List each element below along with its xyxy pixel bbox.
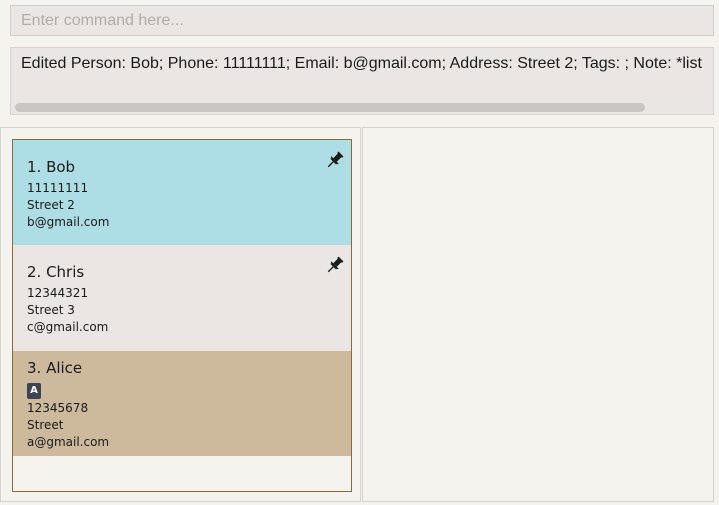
pushpin-icon bbox=[327, 256, 344, 273]
result-horizontal-scrollbar[interactable] bbox=[11, 100, 713, 114]
person-phone: 11111111 bbox=[27, 181, 89, 195]
person-name: 2. Chris bbox=[27, 263, 85, 281]
result-display: Edited Person: Bob; Phone: 11111111; Ema… bbox=[10, 47, 714, 115]
person-detail-panel bbox=[362, 127, 714, 502]
person-address: Street bbox=[27, 418, 64, 432]
person-address: Street 3 bbox=[27, 303, 75, 317]
pushpin-icon bbox=[327, 151, 344, 168]
person-email: c@gmail.com bbox=[27, 320, 109, 334]
person-card[interactable]: 2. Chris 12344321 Street 3 c@gmail.com bbox=[13, 245, 351, 351]
person-tag: A bbox=[27, 383, 41, 399]
person-phone: 12345678 bbox=[27, 401, 89, 415]
result-scrollbar-thumb[interactable] bbox=[15, 103, 645, 112]
person-address: Street 2 bbox=[27, 198, 75, 212]
person-phone: 12344321 bbox=[27, 286, 89, 300]
person-list[interactable]: 1. Bob 11111111 Street 2 b@gmail.com 2. … bbox=[12, 139, 352, 492]
result-text: Edited Person: Bob; Phone: 11111111; Ema… bbox=[21, 55, 702, 72]
person-name: 3. Alice bbox=[27, 359, 83, 377]
person-list-panel: 1. Bob 11111111 Street 2 b@gmail.com 2. … bbox=[0, 127, 361, 502]
command-input[interactable] bbox=[11, 6, 713, 35]
command-box[interactable] bbox=[10, 5, 714, 36]
person-name: 1. Bob bbox=[27, 158, 76, 176]
person-card[interactable]: 3. Alice A 12345678 Street a@gmail.com bbox=[13, 351, 351, 456]
person-email: b@gmail.com bbox=[27, 215, 110, 229]
person-card[interactable]: 1. Bob 11111111 Street 2 b@gmail.com bbox=[13, 140, 351, 245]
person-email: a@gmail.com bbox=[27, 435, 110, 449]
